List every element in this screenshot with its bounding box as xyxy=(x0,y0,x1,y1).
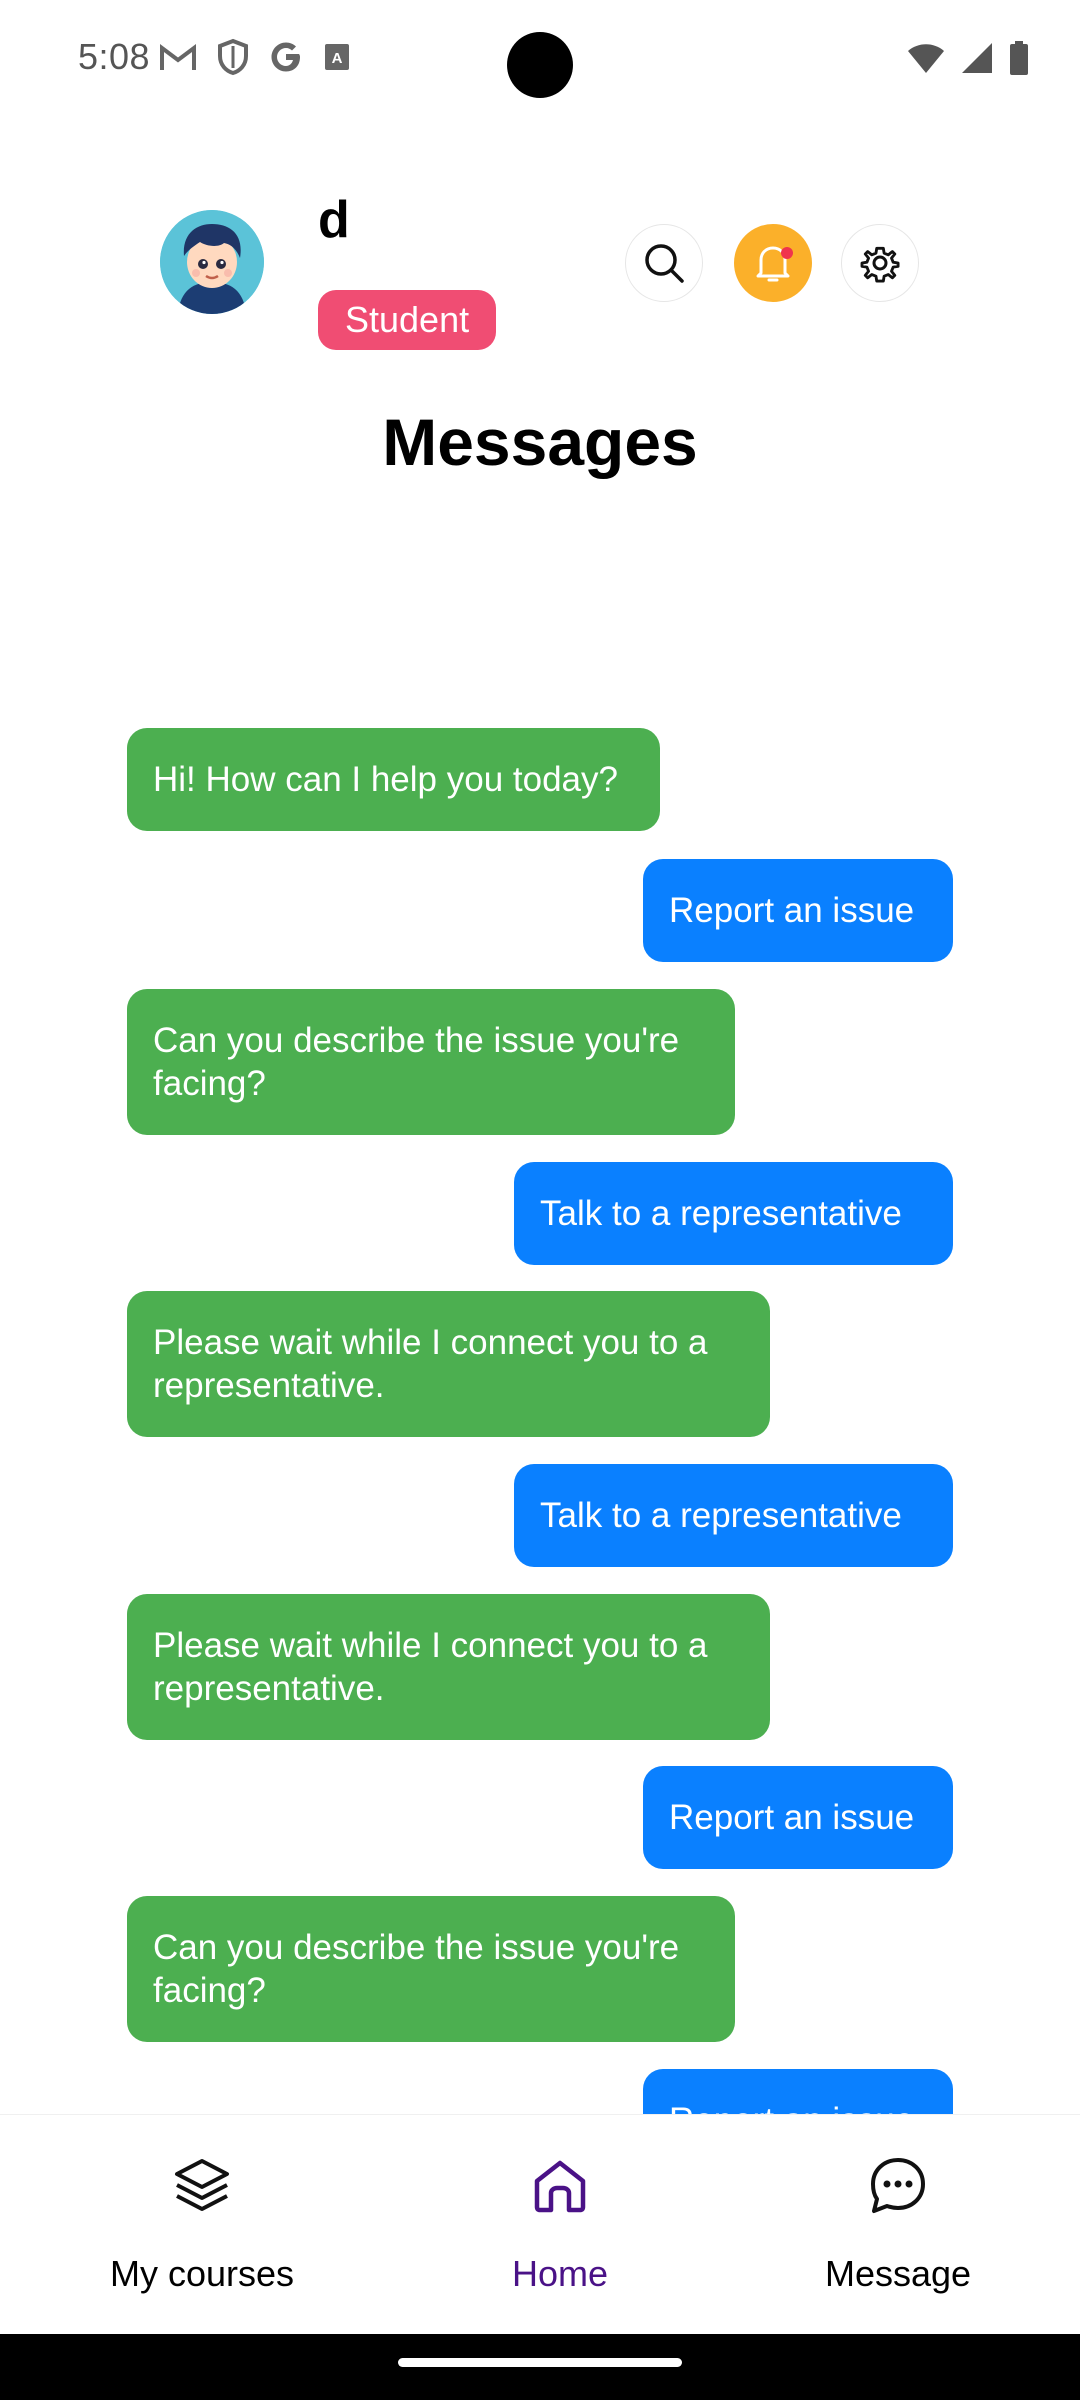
google-icon xyxy=(271,42,300,72)
notifications-button[interactable] xyxy=(734,224,812,302)
nav-message[interactable]: Message xyxy=(748,2115,1048,2335)
user-message: Talk to a representative xyxy=(514,1162,953,1265)
home-icon xyxy=(534,2160,586,2213)
message-text: Please wait while I connect you to a rep… xyxy=(153,1323,708,1405)
signal-icon xyxy=(962,43,992,73)
nav-label: Home xyxy=(511,2253,609,2294)
user-message: Report an issue xyxy=(643,2069,953,2114)
message-text: Hi! How can I help you today? xyxy=(153,760,618,799)
message-text: Can you describe the issue you're facing… xyxy=(153,1928,680,2010)
bot-message: Can you describe the issue you're facing… xyxy=(127,989,735,1135)
status-bar: 5:08 A xyxy=(0,0,1080,120)
avatar[interactable] xyxy=(160,210,264,314)
status-time: 5:08 xyxy=(78,36,151,77)
user-message: Report an issue xyxy=(643,1766,953,1869)
profile-header: d Student xyxy=(0,190,1080,370)
nav-label: Message xyxy=(824,2253,972,2294)
gmail-icon xyxy=(160,44,196,70)
system-navigation-bar xyxy=(0,2334,1080,2400)
bot-message: Hi! How can I help you today? xyxy=(127,728,660,831)
camera-cutout xyxy=(507,32,573,98)
message-text: Talk to a representative xyxy=(540,1194,902,1233)
wifi-icon xyxy=(908,44,944,73)
notification-dot xyxy=(781,247,793,259)
page-title: Messages xyxy=(382,405,698,479)
chat-icon xyxy=(871,2158,925,2213)
notification-icons: A xyxy=(158,38,352,76)
nav-home[interactable]: Home xyxy=(410,2115,710,2335)
search-button[interactable] xyxy=(625,224,703,302)
svg-text:A: A xyxy=(332,50,343,67)
battery-icon xyxy=(1010,41,1028,75)
bot-message: Can you describe the issue you're facing… xyxy=(127,1896,735,2042)
chat-thread[interactable]: Hi! How can I help you today? Report an … xyxy=(0,728,1080,2114)
home-gesture-handle[interactable] xyxy=(398,2358,682,2367)
bottom-navigation: My courses Home Message xyxy=(0,2114,1080,2335)
message-text: Talk to a representative xyxy=(540,1496,902,1535)
message-text: Report an issue xyxy=(669,1798,915,1837)
search-icon xyxy=(645,244,684,283)
gear-icon xyxy=(860,246,900,283)
bot-message: Please wait while I connect you to a rep… xyxy=(127,1594,770,1740)
settings-button[interactable] xyxy=(841,224,919,302)
user-message: Talk to a representative xyxy=(514,1464,953,1567)
text-icon: A xyxy=(325,44,349,70)
message-text: Report an issue xyxy=(669,891,915,930)
message-text: Please wait while I connect you to a rep… xyxy=(153,1626,708,1708)
user-name: d xyxy=(318,191,350,249)
nav-label: My courses xyxy=(109,2253,295,2294)
layers-icon xyxy=(175,2159,229,2211)
avatar-illustration xyxy=(160,210,264,314)
message-text: Report an issue xyxy=(669,2101,914,2114)
bot-message: Please wait while I connect you to a rep… xyxy=(127,1291,770,1437)
shield-icon xyxy=(218,38,248,76)
role-badge: Student xyxy=(318,290,497,350)
nav-my-courses[interactable]: My courses xyxy=(52,2115,352,2335)
system-icons xyxy=(906,40,1030,76)
message-text: Can you describe the issue you're facing… xyxy=(153,1021,680,1103)
user-message: Report an issue xyxy=(643,859,953,962)
